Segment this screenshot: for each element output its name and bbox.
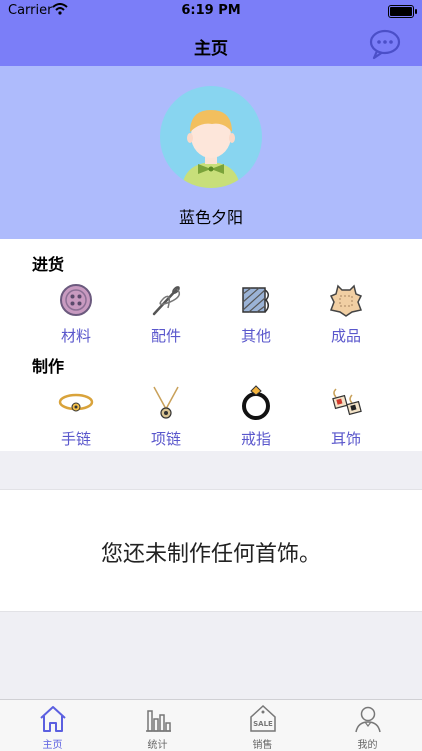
empty-state-card: 您还未制作任何首饰。 bbox=[0, 489, 422, 612]
status-bar: Carrier 6:19 PM bbox=[0, 0, 422, 22]
navigation-bar: 主页 bbox=[0, 22, 422, 66]
necklace-icon bbox=[153, 386, 179, 419]
menu-item-accessories[interactable]: 配件 bbox=[126, 282, 206, 348]
menu-item-other[interactable]: 其他 bbox=[216, 282, 296, 348]
earring-icon bbox=[332, 388, 362, 416]
menu-item-materials[interactable]: 材料 bbox=[36, 282, 116, 348]
menu-item-ring[interactable]: 戒指 bbox=[216, 385, 296, 451]
chat-bubble-icon[interactable] bbox=[368, 27, 402, 61]
empty-state-message: 您还未制作任何首饰。 bbox=[100, 542, 321, 567]
person-icon bbox=[355, 706, 381, 733]
leather-icon bbox=[329, 284, 363, 317]
tab-home[interactable]: 主页 bbox=[0, 700, 105, 751]
sale-tag-icon: SALE bbox=[250, 705, 276, 732]
section-title-make: 制作 bbox=[32, 357, 65, 376]
bar-chart-icon bbox=[146, 710, 171, 732]
battery-icon bbox=[388, 5, 417, 18]
tab-mine[interactable]: 我的 bbox=[315, 700, 420, 751]
needle-thread-icon bbox=[152, 286, 181, 316]
menu-item-label: 耳饰 bbox=[330, 430, 361, 448]
username: 蓝色夕阳 bbox=[178, 208, 243, 227]
tab-label: 统计 bbox=[147, 740, 168, 751]
svg-text:SALE: SALE bbox=[253, 720, 273, 728]
menu-panel: 进货 材料 配件 其他 成品 制作 手链 项链 戒指 耳饰 bbox=[0, 239, 422, 451]
menu-item-label: 戒指 bbox=[240, 430, 271, 448]
home-icon bbox=[40, 706, 66, 732]
clock: 6:19 PM bbox=[181, 3, 241, 18]
boy-avatar-icon bbox=[182, 110, 240, 188]
avatar[interactable] bbox=[160, 86, 262, 188]
bracelet-icon bbox=[58, 393, 94, 412]
tab-sales[interactable]: SALE 销售 bbox=[210, 700, 315, 751]
menu-item-label: 成品 bbox=[330, 327, 361, 345]
menu-item-label: 其他 bbox=[240, 327, 271, 345]
menu-item-label: 项链 bbox=[150, 430, 181, 448]
menu-item-earring[interactable]: 耳饰 bbox=[306, 385, 386, 451]
menu-item-label: 材料 bbox=[60, 327, 91, 345]
menu-item-label: 配件 bbox=[150, 327, 181, 345]
tab-stats[interactable]: 统计 bbox=[105, 700, 210, 751]
menu-item-necklace[interactable]: 项链 bbox=[126, 385, 206, 451]
tab-label: 主页 bbox=[42, 740, 63, 751]
menu-item-label: 手链 bbox=[60, 430, 91, 448]
tab-bar: 主页 统计 SALE 销售 我的 bbox=[0, 699, 422, 751]
page-title: 主页 bbox=[194, 39, 228, 59]
fabric-icon bbox=[242, 287, 269, 313]
tab-label: 我的 bbox=[357, 740, 378, 751]
button-icon bbox=[60, 284, 92, 316]
menu-item-bracelet[interactable]: 手链 bbox=[36, 385, 116, 451]
ring-icon bbox=[242, 385, 270, 420]
tab-label: 销售 bbox=[252, 740, 273, 751]
section-title-purchase: 进货 bbox=[32, 255, 65, 274]
menu-item-finished[interactable]: 成品 bbox=[306, 282, 386, 348]
profile-header: 蓝色夕阳 bbox=[0, 66, 422, 239]
